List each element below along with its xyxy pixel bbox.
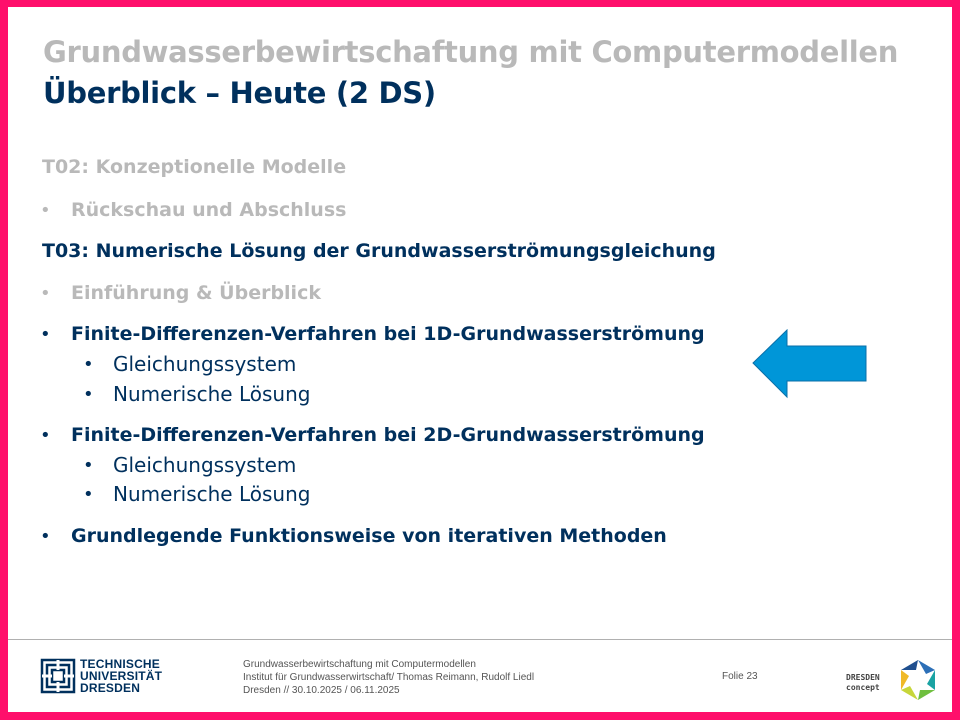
sub-item-1d-loesung: Numerische Lösung [113, 382, 311, 406]
agenda-heading-t03: T03: Numerische Lösung der Grundwasserst… [42, 240, 716, 262]
bullet-marker: • [40, 283, 51, 304]
sub-item-2d-loesung: Numerische Lösung [113, 482, 311, 506]
agenda-heading-t02: T02: Konzeptionelle Modelle [42, 156, 347, 178]
footer-info: Grundwasserbewirtschaftung mit Computerm… [243, 658, 534, 697]
page-title: Grundwasserbewirtschaftung mit Computerm… [43, 35, 899, 69]
agenda-item-iterative: Grundlegende Funktionsweise von iterativ… [71, 525, 667, 547]
slide: Grundwasserbewirtschaftung mit Computerm… [8, 7, 952, 712]
slide-number: Folie 23 [722, 671, 758, 682]
sub-item-2d-gleichungssystem: Gleichungssystem [113, 453, 297, 477]
bullet-marker: • [40, 425, 51, 446]
dresden-concept-logo-icon [901, 660, 935, 700]
left-arrow-icon [752, 329, 867, 399]
agenda-item-rueckschau: Rückschau und Abschluss [71, 199, 347, 221]
page-subtitle: Überblick – Heute (2 DS) [43, 76, 436, 110]
sub-bullet-marker: • [83, 455, 94, 476]
sub-bullet-marker: • [83, 484, 94, 505]
tud-logo-text: TECHNISCHE UNIVERSITÄT DRESDEN [80, 657, 163, 695]
tud-logo-icon [40, 658, 76, 694]
agenda-item-fd-2d: Finite-Differenzen-Verfahren bei 2D-Grun… [71, 424, 705, 446]
bullet-marker: • [40, 526, 51, 547]
footer-course: Grundwasserbewirtschaftung mit Computerm… [243, 659, 476, 670]
sub-bullet-marker: • [83, 354, 94, 375]
bullet-marker: • [40, 200, 51, 221]
dresden-concept-text: DRESDEN concept [846, 673, 880, 692]
sub-item-1d-gleichungssystem: Gleichungssystem [113, 352, 297, 376]
agenda-item-fd-1d: Finite-Differenzen-Verfahren bei 1D-Grun… [71, 323, 705, 345]
bullet-marker: • [40, 324, 51, 345]
agenda-item-einfuehrung: Einführung & Überblick [71, 282, 321, 304]
footer-divider [8, 639, 952, 640]
footer-institute: Institut für Grundwasserwirtschaft/ Thom… [243, 672, 535, 683]
sub-bullet-marker: • [83, 384, 94, 405]
footer-date: Dresden // 30.10.2025 / 06.11.2025 [243, 685, 400, 696]
